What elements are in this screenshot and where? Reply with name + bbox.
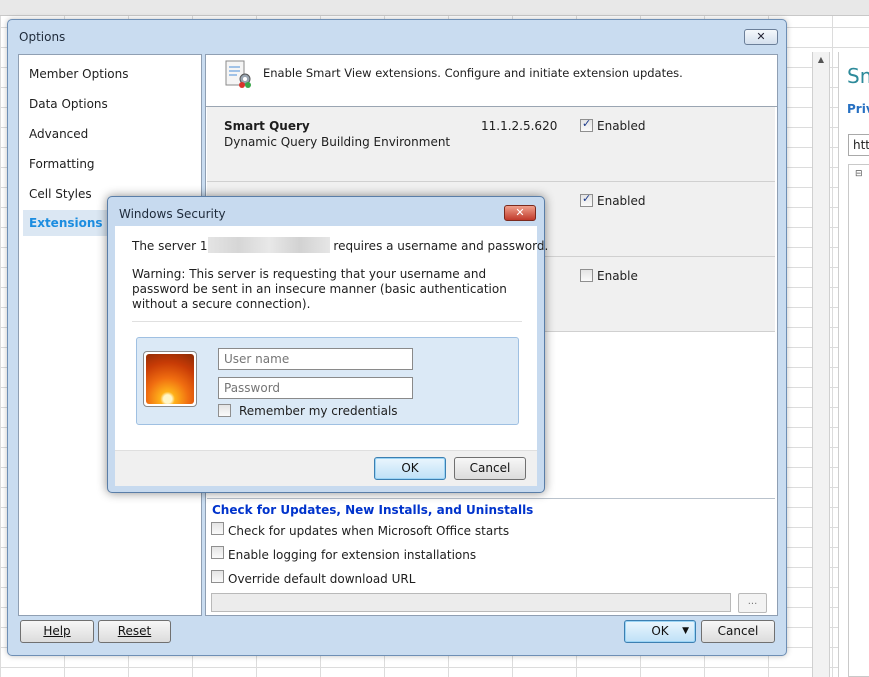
- panel-tree[interactable]: ⊟: [848, 164, 869, 677]
- security-cancel-button[interactable]: Cancel: [454, 457, 526, 480]
- panel-title: Sm: [847, 64, 869, 88]
- extension-enabled-checkbox[interactable]: Enable: [580, 269, 638, 283]
- excel-top-bar: [0, 0, 869, 16]
- checkbox-unchecked-icon[interactable]: [211, 570, 224, 583]
- flower-picture-icon: [146, 354, 194, 404]
- checkbox-unchecked-icon[interactable]: [218, 404, 231, 417]
- security-close-button[interactable]: ✕: [504, 205, 536, 221]
- extension-description: Dynamic Query Building Environment: [224, 135, 451, 149]
- server-suffix: requires a username and password.: [333, 239, 549, 253]
- reset-button-label: Reset: [117, 624, 152, 638]
- override-url-label: Override default download URL: [228, 572, 416, 586]
- divider: [132, 321, 522, 322]
- windows-security-dialog: Windows Security ✕ The server 1 requires…: [107, 196, 548, 493]
- security-footer: OK Cancel: [115, 450, 537, 486]
- browse-button[interactable]: ...: [738, 593, 767, 613]
- security-warning: Warning: This server is requesting that …: [132, 267, 507, 311]
- extension-status-label: Enable: [597, 269, 638, 283]
- security-body: The server 1 requires a username and pas…: [115, 226, 548, 450]
- extension-name: Smart Query: [224, 119, 310, 133]
- options-close-button[interactable]: ✕: [744, 29, 778, 45]
- help-button-label: Help: [43, 624, 71, 638]
- checkbox-checked-icon[interactable]: [580, 192, 593, 207]
- check-updates-label: Check for updates when Microsoft Office …: [228, 524, 510, 538]
- panel-subtitle: Priv: [847, 102, 869, 116]
- extensions-header: Enable Smart View extensions. Configure …: [206, 55, 777, 107]
- nav-item-formatting[interactable]: Formatting: [23, 151, 203, 177]
- remember-credentials-option[interactable]: Remember my credentials: [218, 404, 398, 418]
- extension-enabled-checkbox[interactable]: Enabled: [580, 192, 646, 208]
- nav-item-member-options[interactable]: Member Options: [23, 61, 203, 87]
- nav-item-advanced[interactable]: Advanced: [23, 121, 203, 147]
- extension-status-label: Enabled: [597, 119, 646, 133]
- ok-button-label: OK: [651, 624, 669, 638]
- extensions-icon: [225, 60, 251, 88]
- extension-version: 11.1.2.5.620: [481, 119, 558, 133]
- updates-section-title: Check for Updates, New Installs, and Uni…: [212, 503, 534, 517]
- override-url-option[interactable]: Override default download URL: [211, 570, 415, 586]
- security-title: Windows Security: [119, 207, 226, 221]
- options-title: Options: [19, 30, 66, 44]
- enable-logging-label: Enable logging for extension installatio…: [228, 548, 477, 562]
- tree-expand-icon[interactable]: ⊟: [855, 169, 863, 179]
- checkbox-checked-icon[interactable]: [580, 117, 593, 132]
- checkbox-unchecked-icon[interactable]: [211, 546, 224, 559]
- server-message: The server 1 requires a username and pas…: [132, 237, 548, 253]
- extension-status-label: Enabled: [597, 194, 646, 208]
- remember-credentials-label: Remember my credentials: [239, 404, 398, 418]
- security-ok-button[interactable]: OK: [374, 457, 446, 480]
- checkbox-unchecked-icon[interactable]: [211, 522, 224, 535]
- nav-item-data-options[interactable]: Data Options: [23, 91, 203, 117]
- smart-view-panel: Sm Priv http ⊟: [838, 52, 869, 677]
- vertical-scrollbar[interactable]: ▲: [812, 52, 830, 677]
- username-input[interactable]: [218, 348, 413, 370]
- extensions-header-text: Enable Smart View extensions. Configure …: [263, 66, 683, 80]
- checkbox-unchecked-icon[interactable]: [580, 269, 593, 282]
- check-updates-option[interactable]: Check for updates when Microsoft Office …: [211, 522, 509, 538]
- cancel-button[interactable]: Cancel: [701, 620, 775, 643]
- password-input[interactable]: [218, 377, 413, 399]
- extension-enabled-checkbox[interactable]: Enabled: [580, 117, 646, 133]
- ok-split-button[interactable]: OK ▼: [624, 620, 696, 643]
- scroll-up-icon[interactable]: ▲: [815, 54, 827, 66]
- server-prefix: The server 1: [132, 239, 208, 253]
- download-url-input[interactable]: [211, 593, 731, 612]
- options-titlebar: Options ✕: [8, 20, 786, 50]
- dropdown-arrow-icon[interactable]: ▼: [682, 621, 689, 641]
- enable-logging-option[interactable]: Enable logging for extension installatio…: [211, 546, 476, 562]
- help-button[interactable]: Help: [20, 620, 94, 643]
- reset-button[interactable]: Reset: [98, 620, 171, 643]
- extension-row: Smart Query Dynamic Query Building Envir…: [207, 107, 775, 182]
- redacted-server-name: [207, 237, 330, 253]
- panel-url-input[interactable]: http: [848, 134, 869, 156]
- credential-tile: Remember my credentials: [136, 337, 519, 425]
- user-avatar: [143, 351, 197, 407]
